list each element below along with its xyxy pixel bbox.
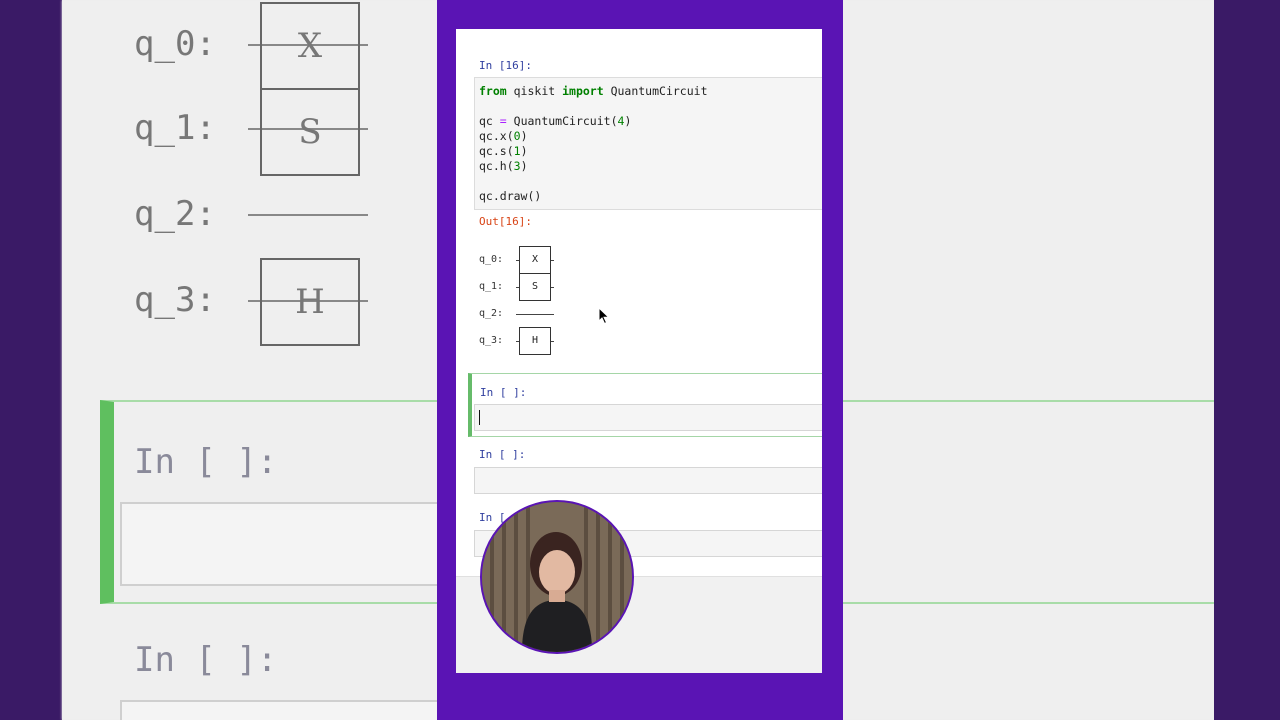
background-left-strip xyxy=(0,0,62,720)
keyword-import: import xyxy=(562,84,604,98)
qubit-label-3: q_3: xyxy=(479,335,504,346)
code-input-1[interactable] xyxy=(474,404,822,431)
code-line-6: qc.draw() xyxy=(479,189,542,203)
number: 3 xyxy=(513,159,521,173)
in-prompt-empty-1: In [ ]: xyxy=(480,386,527,399)
code-line-5: qc.h(3) xyxy=(479,159,528,173)
keyword-from: from xyxy=(479,84,507,98)
code-token: ) xyxy=(520,129,528,143)
gate-h: H xyxy=(519,327,551,355)
module-name: qiskit xyxy=(506,84,563,98)
code-line-1: from qiskit import QuantumCircuit xyxy=(479,84,708,98)
qubit-label-0: q_0: xyxy=(479,254,504,265)
in-prompt-16: In [16]: xyxy=(479,59,532,72)
bg-qubit-label-1: q_1: xyxy=(134,108,216,148)
bg-input-box-1 xyxy=(120,502,444,586)
code-token: qc xyxy=(479,114,500,128)
code-token: qc.x( xyxy=(479,129,514,143)
bg-in-prompt-1: In [ ]: xyxy=(134,442,278,482)
out-prompt-16: Out[16]: xyxy=(479,215,532,228)
code-token: ) xyxy=(624,114,632,128)
bg-wire-2 xyxy=(248,214,368,216)
presenter-webcam xyxy=(480,500,634,654)
bg-qubit-label-3: q_3: xyxy=(134,280,216,320)
qubit-label-2: q_2: xyxy=(479,308,504,319)
bg-in-prompt-2: In [ ]: xyxy=(134,640,278,680)
bg-input-box-2 xyxy=(120,700,444,720)
background-right-strip xyxy=(1214,0,1280,720)
presenter-portrait-icon xyxy=(482,502,632,652)
bg-gate-h: H xyxy=(260,258,360,346)
code-token: QuantumCircuit( xyxy=(506,114,618,128)
code-token: qc.s( xyxy=(479,144,514,158)
bg-gate-s: S xyxy=(260,88,360,176)
code-line-2: qc = QuantumCircuit(4) xyxy=(479,114,631,128)
gate-s: S xyxy=(519,273,551,301)
code-line-4: qc.s(1) xyxy=(479,144,528,158)
code-token: ) xyxy=(520,159,528,173)
number: 1 xyxy=(513,144,521,158)
in-prompt-empty-2: In [ ]: xyxy=(479,448,526,461)
code-input-2[interactable] xyxy=(474,467,822,494)
number: 0 xyxy=(513,129,521,143)
code-line-3: qc.x(0) xyxy=(479,129,528,143)
bg-gate-x: X xyxy=(260,2,360,90)
qubit-label-1: q_1: xyxy=(479,281,504,292)
bg-qubit-label-2: q_2: xyxy=(134,194,216,234)
gate-x: X xyxy=(519,246,551,274)
code-cell-16[interactable]: from qiskit import QuantumCircuit qc = Q… xyxy=(474,77,822,210)
operator: = xyxy=(499,114,507,128)
code-token: ) xyxy=(520,144,528,158)
wire-q2 xyxy=(516,314,554,315)
text-caret xyxy=(479,410,480,425)
code-token: qc.h( xyxy=(479,159,514,173)
import-name: QuantumCircuit xyxy=(603,84,708,98)
bg-qubit-label-0: q_0: xyxy=(134,24,216,64)
